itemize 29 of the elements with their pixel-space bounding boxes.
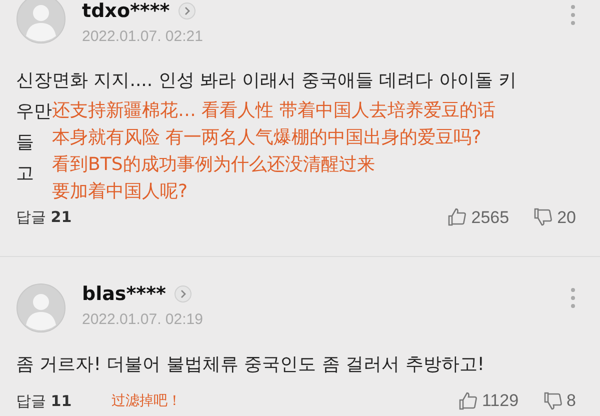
- comment-date: 2022.01.07. 02:19: [82, 310, 204, 330]
- comment-text: 우만: [16, 100, 52, 124]
- translation-text: 要加着中国人呢?: [52, 180, 189, 204]
- dislike-count: 20: [557, 206, 576, 228]
- comment-text: 신장면화 지지.... 인성 봐라 이래서 중국애들 데려다 아이돌 키: [16, 68, 517, 92]
- thumbs-down-icon[interactable]: [542, 390, 563, 411]
- more-icon[interactable]: [570, 4, 576, 26]
- avatar: [16, 0, 66, 44]
- like-count: 1129: [482, 390, 519, 412]
- username: tdxo****: [82, 0, 170, 22]
- comment-text: 들: [16, 130, 34, 154]
- comment-text: 좀 거르자! 더불어 불법체류 중국인도 좀 걸러서 추방하고!: [16, 353, 484, 377]
- more-icon[interactable]: [570, 287, 576, 309]
- reply-link[interactable]: 답글 21: [16, 206, 72, 228]
- chevron-icon[interactable]: [178, 2, 196, 20]
- chevron-icon[interactable]: [174, 285, 192, 303]
- thumbs-up-icon[interactable]: [458, 390, 478, 411]
- translation-text: 本身就有风险 有一两名人气爆棚的中国出身的爱豆吗?: [52, 126, 482, 150]
- like-count: 2565: [471, 206, 510, 228]
- comment-date: 2022.01.07. 02:21: [82, 27, 204, 47]
- comment-text: 고: [16, 162, 34, 186]
- dislike-count: 8: [566, 390, 576, 412]
- reply-link[interactable]: 답글 11: [16, 390, 72, 412]
- avatar: [16, 283, 66, 333]
- thumbs-down-icon[interactable]: [533, 207, 554, 228]
- translation-text: 看到BTS的成功事例为什么还没清醒过来: [52, 153, 376, 177]
- translation-text: 还支持新疆棉花… 看看人性 带着中国人去培养爱豆的话: [52, 99, 496, 123]
- username: blas****: [82, 283, 166, 305]
- thumbs-up-icon[interactable]: [447, 207, 468, 228]
